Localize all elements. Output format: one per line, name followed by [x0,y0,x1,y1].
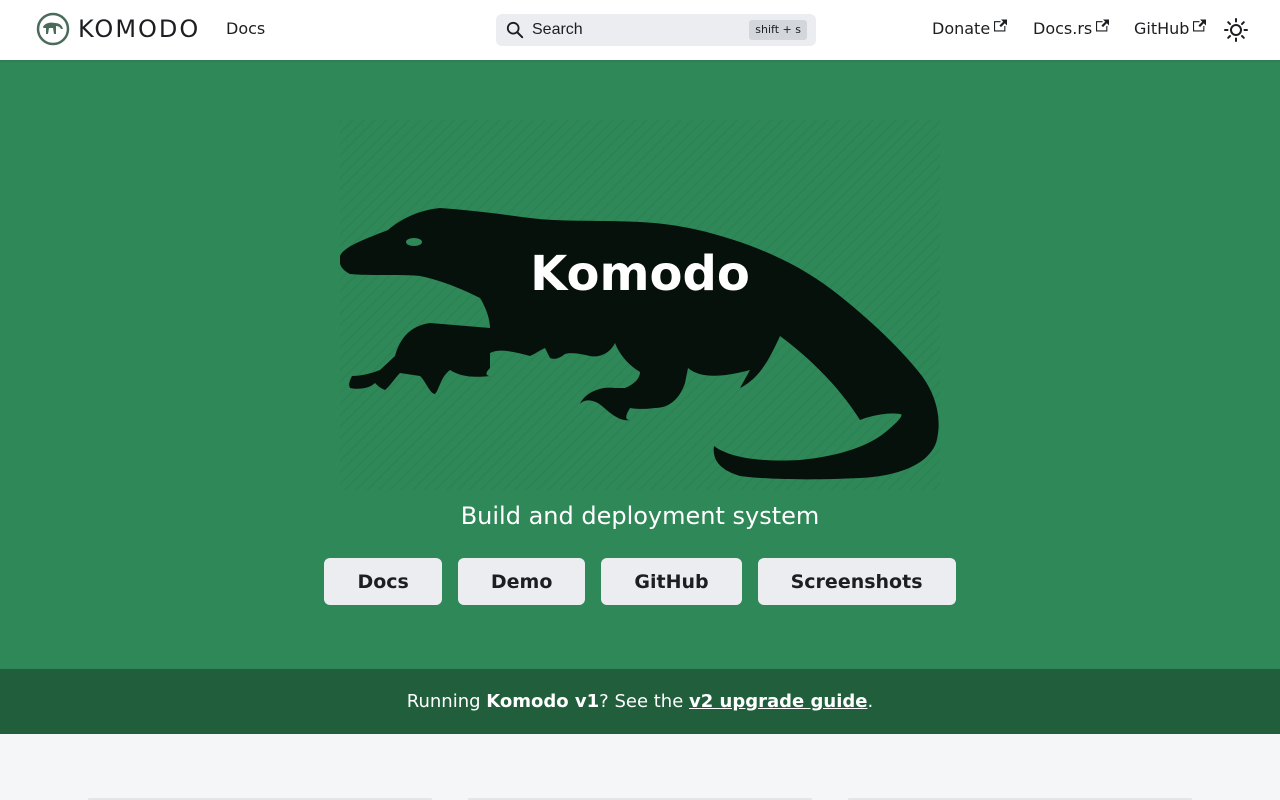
upgrade-guide-link[interactable]: v2 upgrade guide [689,691,867,712]
hero-title: Komodo [530,246,750,302]
hero-demo-button[interactable]: Demo [457,558,586,605]
hero-screenshots-button[interactable]: Screenshots [757,558,956,605]
brand-title: KOMODO [78,15,201,43]
nav-link-label: Docs.rs [1033,19,1093,38]
upgrade-banner: Running Komodo v1 ? See the v2 upgrade g… [0,669,1280,734]
hero-section: Komodo Build and deployment system Docs … [0,60,1280,669]
banner-prefix: Running [406,691,487,712]
banner-suffix: . [867,691,874,712]
external-link-icon [1193,19,1207,32]
nav-link-github[interactable]: GitHub [1134,19,1207,38]
navbar: KOMODO Docs shift + s Donate Docs.rs Git… [0,0,1280,60]
search-icon [506,21,524,39]
feature-cards-section [0,734,1280,800]
hero-subtitle: Build and deployment system [460,502,820,530]
banner-middle: ? See the [599,691,690,712]
theme-toggle-button[interactable] [1222,16,1250,44]
nav-link-docsrs[interactable]: Docs.rs [1033,19,1110,38]
sun-icon [1224,18,1248,42]
hero-docs-button[interactable]: Docs [324,558,442,605]
nav-link-donate[interactable]: Donate [932,19,1008,38]
search-box[interactable]: shift + s [496,14,816,46]
hero-button-group: Docs Demo GitHub Screenshots [0,558,1280,605]
nav-link-docs[interactable]: Docs [226,19,265,38]
hero-github-button[interactable]: GitHub [601,558,742,605]
search-shortcut-hint: shift + s [749,20,807,40]
search-input[interactable] [532,14,742,46]
nav-link-label: Donate [932,19,991,38]
nav-link-label: GitHub [1134,19,1190,38]
external-link-icon [994,19,1008,32]
external-link-icon [1096,19,1110,32]
banner-version: Komodo v1 [486,691,600,712]
brand-link[interactable]: KOMODO [36,12,200,46]
komodo-logo-icon [36,12,70,46]
